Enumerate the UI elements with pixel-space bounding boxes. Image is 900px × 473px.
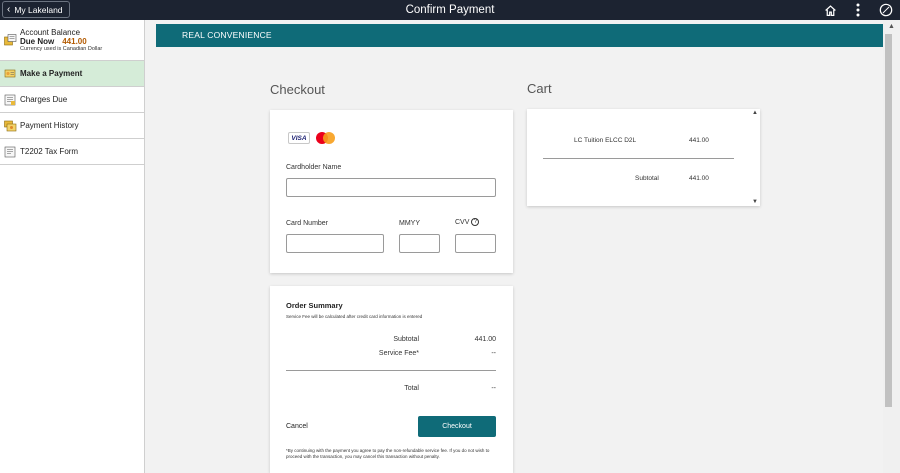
checkout-button[interactable]: Checkout — [418, 416, 496, 437]
account-balance[interactable]: Account Balance Due Now 441.00 Currency u… — [0, 20, 144, 61]
cart-subtotal-label: Subtotal — [635, 175, 659, 182]
due-now-amount: 441.00 — [62, 37, 87, 46]
visa-logo-icon: VISA — [288, 132, 310, 144]
mmyy-label: MMYY — [399, 220, 420, 227]
card-number-label: Card Number — [286, 220, 329, 227]
account-balance-title: Account Balance — [20, 28, 81, 37]
cardholder-name-label: Cardholder Name — [286, 164, 342, 171]
mastercard-logo-icon — [314, 132, 336, 144]
cart-scroll-down-icon[interactable]: ▼ — [752, 199, 758, 205]
cart-divider — [543, 158, 734, 159]
summary-divider — [286, 370, 496, 371]
due-now-label: Due Now — [20, 37, 55, 46]
order-summary-title: Order Summary — [286, 301, 343, 310]
cancel-link[interactable]: Cancel — [286, 423, 308, 430]
cart-scroll-up-icon[interactable]: ▲ — [752, 110, 758, 116]
history-icon — [4, 120, 17, 131]
service-fee-note: Service Fee will be calculated after cre… — [286, 314, 423, 319]
tax-form-icon — [4, 146, 16, 157]
order-summary-card: Order Summary Service Fee will be calcul… — [270, 286, 513, 473]
card-number-input[interactable] — [286, 234, 384, 253]
sidebar-item-label: T2202 Tax Form — [20, 147, 79, 156]
help-icon[interactable]: ? — [471, 218, 480, 226]
due-now: Due Now 441.00 — [20, 37, 87, 46]
banner: REAL CONVENIENCE — [156, 24, 883, 47]
subtotal-value: 441.00 — [474, 336, 496, 343]
cart-subtotal-value: 441.00 — [689, 175, 709, 182]
cardholder-name-input[interactable] — [286, 178, 496, 197]
home-icon[interactable] — [822, 2, 838, 18]
more-icon[interactable] — [850, 2, 866, 18]
cvv-input[interactable] — [455, 234, 496, 253]
page-title: Confirm Payment — [405, 4, 495, 16]
sidebar-item-make-payment[interactable]: Make a Payment — [0, 61, 144, 87]
mmyy-input[interactable] — [399, 234, 440, 253]
sidebar-item-t2202-tax-form[interactable]: T2202 Tax Form — [0, 139, 144, 165]
total-label: Total — [404, 385, 419, 392]
top-bar: ‹ My Lakeland Confirm Payment — [0, 0, 900, 20]
scrollbar-thumb[interactable] — [885, 34, 892, 407]
charges-icon — [4, 94, 16, 105]
cvv-label: CVV — [455, 218, 470, 226]
payment-icon — [4, 69, 16, 77]
subtotal-label: Subtotal — [393, 336, 419, 343]
service-fee-value: -- — [491, 350, 496, 357]
cart-title: Cart — [527, 81, 552, 96]
currency-note: Currency used is Canadian Dollar — [20, 46, 103, 52]
payment-card-form: VISA Cardholder Name Card Number MMYY CV… — [270, 110, 513, 273]
main-content: REAL CONVENIENCE Checkout VISA Cardholde… — [145, 20, 883, 473]
sidebar-item-charges-due[interactable]: Charges Due — [0, 87, 144, 113]
page-scrollbar[interactable]: ▲ — [883, 20, 900, 473]
checkout-title: Checkout — [270, 82, 325, 97]
cart-item-amount: 441.00 — [689, 137, 709, 144]
sidebar-item-label: Make a Payment — [20, 69, 83, 78]
cvv-label-group: CVV? — [455, 218, 480, 226]
sidebar: Account Balance Due Now 441.00 Currency u… — [0, 20, 145, 473]
sidebar-item-payment-history[interactable]: Payment History — [0, 113, 144, 139]
sidebar-item-label: Charges Due — [20, 95, 68, 104]
account-balance-icon — [4, 34, 17, 46]
cart-card: LC Tuition ELCC D2L 441.00 Subtotal 441.… — [527, 109, 760, 206]
sidebar-item-label: Payment History — [20, 121, 79, 130]
disclaimer-text: *By continuing with the payment you agre… — [286, 448, 490, 459]
scroll-up-icon[interactable]: ▲ — [883, 23, 900, 30]
service-fee-label: Service Fee* — [378, 350, 419, 357]
card-logos: VISA — [288, 132, 336, 144]
navbar-icon[interactable] — [878, 2, 894, 18]
cart-item-name: LC Tuition ELCC D2L — [574, 137, 637, 144]
total-value: -- — [491, 385, 496, 392]
top-actions — [822, 2, 894, 18]
